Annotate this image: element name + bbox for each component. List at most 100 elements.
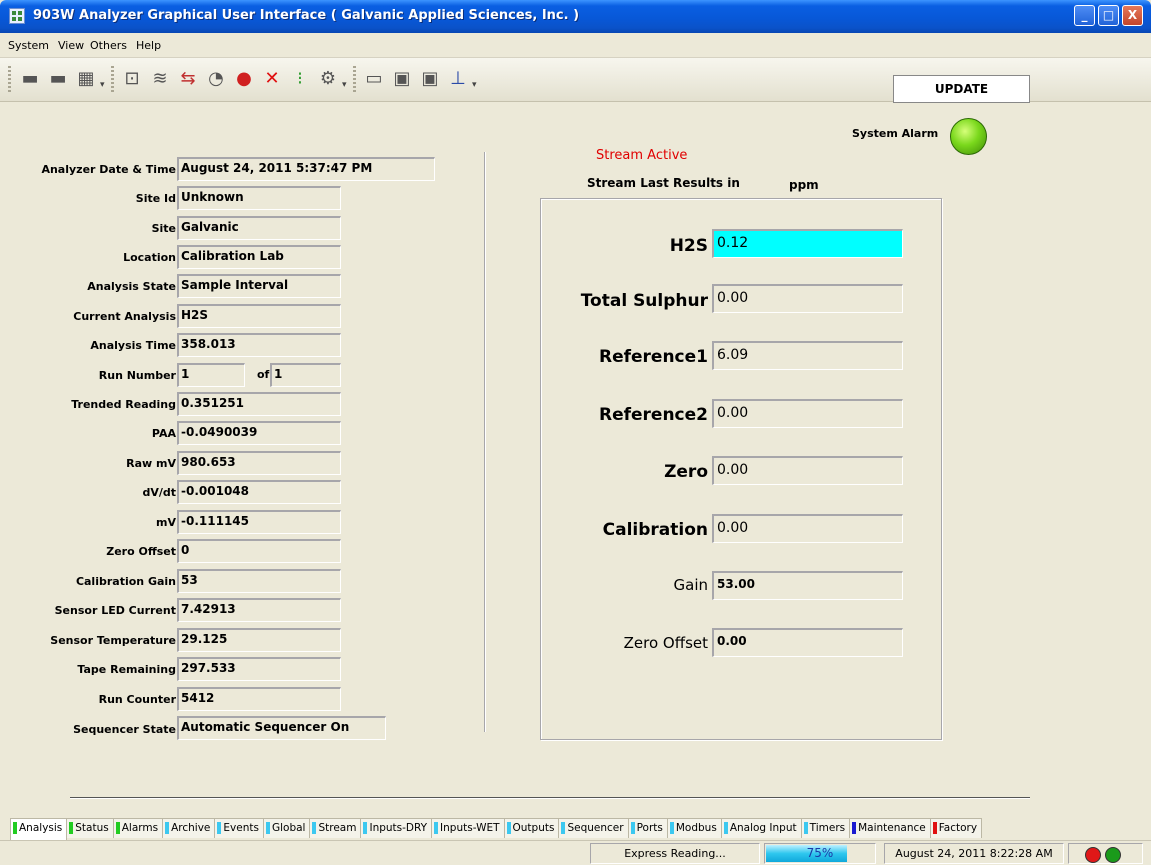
- tab-sequencer[interactable]: Sequencer: [558, 818, 629, 838]
- unit-icon[interactable]: ▬: [46, 67, 70, 91]
- tab-color-marker: [561, 822, 566, 834]
- tab-ports[interactable]: Ports: [627, 818, 668, 838]
- separator-line: [70, 797, 1030, 799]
- run-of-value: 1: [270, 363, 341, 387]
- module-icon[interactable]: ▦: [74, 67, 98, 91]
- app-icon[interactable]: [9, 8, 25, 24]
- save-as-icon[interactable]: ▣: [418, 67, 442, 91]
- result-label-reference1: Reference1: [599, 347, 708, 367]
- menu-view[interactable]: View: [58, 39, 84, 52]
- menu-system[interactable]: System: [8, 39, 49, 52]
- maximize-button[interactable]: □: [1098, 5, 1119, 26]
- toolbar-grip[interactable]: [111, 66, 114, 92]
- tab-label: Status: [75, 822, 109, 834]
- tab-global[interactable]: Global: [262, 818, 311, 838]
- stream-unit: ppm: [789, 178, 819, 192]
- tab-analog-input[interactable]: Analog Input: [720, 818, 802, 838]
- save-icon[interactable]: ▣: [390, 67, 414, 91]
- valve-icon[interactable]: ●: [232, 67, 256, 91]
- plot-icon[interactable]: ⊥: [446, 67, 470, 91]
- field-value-site: Galvanic: [177, 216, 341, 240]
- result-value-h2s: 0.12: [712, 229, 903, 258]
- field-value-run-number: 1: [177, 363, 245, 387]
- tab-color-marker: [13, 822, 17, 834]
- field-label-trended-reading: Trended Reading: [71, 398, 176, 411]
- result-label-h2s: H2S: [669, 236, 708, 256]
- field-value-zero-offset: 0: [177, 539, 341, 563]
- tab-color-marker: [115, 822, 120, 834]
- tab-status[interactable]: Status: [66, 818, 114, 838]
- tab-label: Sequencer: [567, 822, 624, 834]
- field-value-sensor-temperature: 29.125: [177, 628, 341, 652]
- tab-color-marker: [434, 822, 439, 834]
- system-alarm-label: System Alarm: [852, 127, 939, 140]
- signal-icon[interactable]: ⁝: [288, 67, 312, 91]
- open-folder-icon[interactable]: ▭: [362, 67, 386, 91]
- tab-alarms[interactable]: Alarms: [112, 818, 164, 838]
- field-label-zero-offset: Zero Offset: [106, 545, 176, 558]
- tab-color-marker: [265, 822, 270, 834]
- config-icon[interactable]: ⊡: [120, 67, 144, 91]
- field-label-site-id: Site Id: [135, 192, 176, 205]
- field-value-tape-remaining: 297.533: [177, 657, 341, 681]
- toolbar-grip[interactable]: [8, 66, 11, 92]
- system-alarm-indicator: [950, 118, 987, 155]
- tab-archive[interactable]: Archive: [162, 818, 216, 838]
- field-value-calibration-gain: 53: [177, 569, 341, 593]
- result-value-zero-offset: 0.00: [712, 628, 903, 657]
- tab-label: Factory: [938, 822, 978, 834]
- field-value-raw-mv: 980.653: [177, 451, 341, 475]
- field-label-dvdt: dV/dt: [142, 486, 176, 499]
- result-value-calibration: 0.00: [712, 514, 903, 543]
- close-button[interactable]: X: [1122, 5, 1143, 26]
- field-value-analysis-time: 358.013: [177, 333, 341, 357]
- tab-label: Timers: [809, 822, 846, 834]
- menu-others[interactable]: Others: [90, 39, 127, 52]
- field-value-paa: -0.0490039: [177, 421, 341, 445]
- tab-color-marker: [165, 822, 170, 834]
- tab-outputs[interactable]: Outputs: [503, 818, 560, 838]
- disable-icon[interactable]: ✕: [260, 67, 284, 91]
- field-label-sensor-led-current: Sensor LED Current: [54, 604, 176, 617]
- stream-status: Stream Active: [596, 148, 688, 163]
- gauge-icon[interactable]: ◔: [204, 67, 228, 91]
- tab-factory[interactable]: Factory: [929, 818, 983, 838]
- minimize-button[interactable]: _: [1074, 5, 1095, 26]
- tab-analysis[interactable]: Analysis: [10, 818, 68, 840]
- toolbar-grip[interactable]: [353, 66, 356, 92]
- green-status-led: [1105, 847, 1121, 863]
- field-label-run-counter: Run Counter: [98, 693, 176, 706]
- tab-stream[interactable]: Stream: [309, 818, 362, 838]
- result-label-calibration: Calibration: [602, 520, 708, 540]
- update-button[interactable]: UPDATE: [893, 75, 1030, 103]
- tab-bar: Analysis Status Alarms Archive Events Global S…: [10, 818, 983, 840]
- result-label-total-sulphur: Total Sulphur: [580, 291, 708, 311]
- status-bar: Express Reading... 75% August 24, 2011 8…: [0, 840, 1151, 865]
- tab-maintenance[interactable]: Maintenance: [849, 818, 931, 838]
- toolbar-dropdown[interactable]: ▾: [100, 80, 107, 90]
- tab-inputs-dry[interactable]: Inputs-DRY: [360, 818, 433, 838]
- menu-help[interactable]: Help: [136, 39, 161, 52]
- panel-divider: [484, 152, 486, 732]
- toolbar-dropdown[interactable]: ▾: [472, 80, 479, 90]
- tab-color-marker: [669, 822, 674, 834]
- result-value-reference2: 0.00: [712, 399, 903, 428]
- tab-label: Modbus: [675, 822, 717, 834]
- tab-inputs-wet[interactable]: Inputs-WET: [431, 818, 505, 838]
- tab-events[interactable]: Events: [214, 818, 264, 838]
- field-label-mv: mV: [156, 516, 176, 529]
- tab-timers[interactable]: Timers: [800, 818, 851, 838]
- field-label-analysis-state: Analysis State: [87, 280, 176, 293]
- tab-color-marker: [506, 822, 511, 834]
- result-value-gain: 53.00: [712, 571, 903, 600]
- tab-label: Maintenance: [858, 822, 926, 834]
- tools-icon[interactable]: ⚙: [316, 67, 340, 91]
- tab-modbus[interactable]: Modbus: [666, 818, 722, 838]
- field-label-tape-remaining: Tape Remaining: [77, 663, 176, 676]
- toolbar-dropdown[interactable]: ▾: [342, 80, 349, 90]
- chart-icon[interactable]: ≋: [148, 67, 172, 91]
- transfer-icon[interactable]: ⇆: [176, 67, 200, 91]
- title-bar[interactable]: 903W Analyzer Graphical User Interface (…: [0, 0, 1151, 33]
- tab-color-marker: [217, 822, 222, 834]
- unit-icon[interactable]: ▬: [18, 67, 42, 91]
